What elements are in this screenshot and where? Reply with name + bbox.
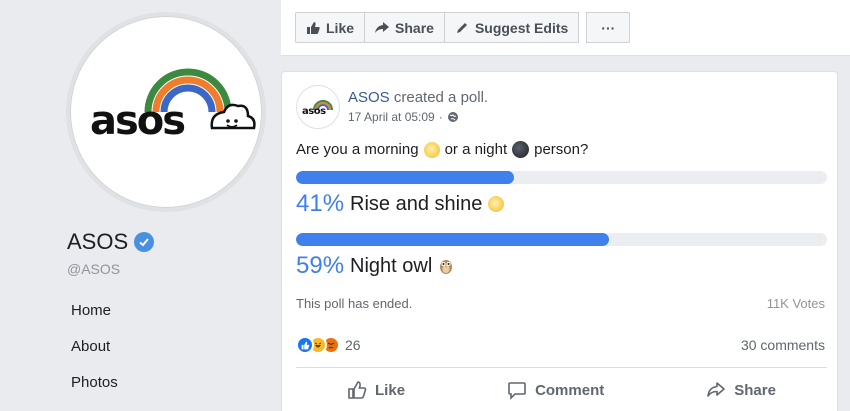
poll-option-1-label: Rise and shine (350, 192, 483, 215)
poll-option-1: 41% Rise and shine (296, 190, 505, 218)
reaction-count: 26 (345, 337, 361, 353)
post-timestamp[interactable]: 17 April at 05:09 (348, 110, 435, 124)
more-options-button[interactable]: ··· (586, 12, 631, 43)
poll-vote-count[interactable]: 11K Votes (767, 296, 825, 311)
page-action-bar: Like Share Suggest Edits ··· (281, 0, 850, 56)
question-part-3: person? (534, 141, 589, 158)
profile-picture[interactable]: asos (66, 12, 266, 212)
asos-logo-small: asos (302, 100, 333, 117)
page-like-button[interactable]: Like (295, 12, 366, 43)
post-action-text: created a poll. (389, 89, 489, 106)
post-comment-label: Comment (535, 381, 605, 399)
poll-option-1-percent: 41% (296, 190, 345, 217)
poll-option-1-bar (296, 171, 827, 184)
poll-post: asos ASOS created a poll. 17 April at 05… (281, 71, 838, 411)
thumbs-up-icon (307, 21, 320, 34)
post-share-button[interactable]: Share (694, 372, 788, 408)
asos-logo: asos (90, 68, 256, 144)
reaction-summary[interactable]: 26 (296, 336, 361, 354)
page-nav: Home About Photos (71, 301, 118, 409)
page-handle: @ASOS (67, 261, 121, 277)
suggest-edits-label: Suggest Edits (474, 19, 569, 36)
post-actions: Like Comment Share (296, 372, 827, 408)
suggest-edits-button[interactable]: Suggest Edits (443, 12, 580, 43)
poll-option-2-percent: 59% (296, 252, 345, 279)
post-like-label: Like (375, 381, 406, 399)
page-name: ASOS (67, 229, 155, 255)
post-meta: 17 April at 05:09 · (348, 110, 459, 124)
page-share-button[interactable]: Share (364, 12, 445, 43)
nav-item-photos[interactable]: Photos (71, 373, 118, 409)
poll-option-1-fill (296, 171, 514, 184)
poll-option-2-label: Night owl (350, 254, 433, 277)
share-arrow-icon (707, 382, 726, 397)
sun-emoji-icon (423, 141, 440, 158)
globe-icon[interactable] (447, 111, 459, 123)
actions-divider (296, 367, 827, 368)
pencil-icon (456, 22, 467, 33)
more-icon: ··· (601, 19, 616, 36)
page-like-label: Like (326, 19, 355, 36)
post-author-link[interactable]: ASOS (348, 89, 390, 106)
svg-text:asos: asos (302, 106, 326, 117)
page-share-label: Share (395, 19, 434, 36)
thumbs-up-outline-icon (348, 381, 367, 399)
comment-count-link[interactable]: 30 comments (741, 337, 825, 353)
nav-item-home[interactable]: Home (71, 301, 118, 337)
verified-badge-icon (134, 232, 155, 252)
post-share-label: Share (734, 381, 776, 399)
question-part-1: Are you a morning (296, 141, 419, 158)
moon-emoji-icon (512, 141, 530, 158)
nav-item-about[interactable]: About (71, 337, 118, 373)
like-reaction-icon (296, 336, 314, 354)
poll-question: Are you a morning or a night person? (296, 141, 588, 158)
left-column: asos ASOS @ASOS Home About Photos (0, 0, 280, 411)
poll-option-2-fill (296, 233, 610, 246)
owl-emoji-icon (440, 260, 453, 274)
poll-option-2-bar (296, 233, 827, 246)
svg-text:asos: asos (90, 98, 184, 144)
post-author-avatar[interactable]: asos (296, 85, 340, 129)
sun-emoji-icon (488, 196, 505, 212)
share-arrow-icon (375, 21, 390, 33)
comment-bubble-icon (508, 382, 526, 400)
page-name-text: ASOS (67, 229, 129, 254)
post-header: ASOS created a poll. (348, 89, 488, 106)
question-part-2: or a night (444, 141, 508, 158)
poll-status: This poll has ended. (296, 296, 413, 311)
post-like-button[interactable]: Like (335, 372, 417, 408)
poll-option-2: 59% Night owl (296, 252, 454, 280)
post-comment-button[interactable]: Comment (495, 372, 616, 408)
meta-separator: · (438, 110, 443, 124)
